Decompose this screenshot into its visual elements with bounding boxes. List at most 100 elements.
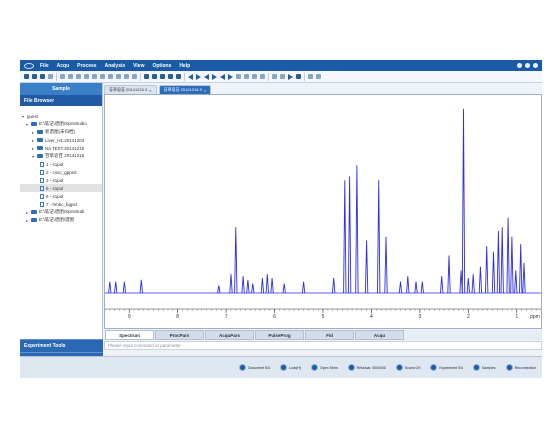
tab-procpars[interactable]: ProcPars <box>155 330 204 340</box>
shift-right-icon[interactable] <box>196 73 201 80</box>
spectrum-peak <box>500 227 504 294</box>
spectrum-peak <box>522 262 526 294</box>
sidebar: Sample File Browser ▾ guest ▾ E:\笔记\谱图\Spin… <box>20 83 103 365</box>
annotate-icon[interactable] <box>132 74 137 79</box>
menu-options[interactable]: Options <box>152 63 171 69</box>
tab-acqu[interactable]: Acqu <box>355 330 404 340</box>
stop-icon[interactable] <box>296 74 301 79</box>
zoom-out-icon[interactable] <box>152 74 157 79</box>
menu-file[interactable]: File <box>40 63 49 69</box>
multiplet-icon[interactable] <box>100 74 105 79</box>
document-tab-active[interactable]: 苷草皂苷.20141216 5 × <box>158 85 212 94</box>
status-shim[interactable]: Open Shim <box>311 364 338 371</box>
tab-spectrum[interactable]: Spectrum <box>105 330 154 340</box>
experiment-icon <box>430 364 438 371</box>
tree-item-label: 3 - s1pul <box>46 177 64 183</box>
tree-folder-item[interactable]: ▾ E:\笔记\谱图\SpinStudio <box>20 120 102 128</box>
measure-icon[interactable] <box>124 74 129 79</box>
open-folder-icon[interactable] <box>32 74 37 79</box>
tab-acqupars[interactable]: AcquPars <box>205 330 254 340</box>
cursor-icon[interactable] <box>108 74 113 79</box>
tree-item-label: 6 - s1pul <box>46 193 64 199</box>
spectrum-peak <box>471 274 475 294</box>
view-tabs: Spectrum ProcPars AcquPars PulseProg Fid… <box>104 330 542 340</box>
tree-item-label: 2 - cosc_gpprsl <box>46 169 77 175</box>
maximize-icon[interactable] <box>525 63 530 68</box>
menu-acqu[interactable]: Acqu <box>57 63 70 69</box>
spectrum-peak <box>506 217 510 294</box>
document-tab[interactable]: 苷草皂苷.20141216 3 × <box>104 85 157 94</box>
zoom-region-icon[interactable] <box>168 74 173 79</box>
tree-file-item[interactable]: 7 - hmbc_bgpsl <box>20 200 102 208</box>
tree-item-label: E:\笔记\谱图\谱图 <box>39 217 75 222</box>
save-icon[interactable] <box>40 74 45 79</box>
zoom-fit-icon[interactable] <box>160 74 165 79</box>
status-samples[interactable]: Samples <box>472 364 496 371</box>
sample-tab[interactable]: Sample <box>20 83 102 95</box>
zoom-in-icon[interactable] <box>144 74 149 79</box>
peak-pick-icon[interactable] <box>84 74 89 79</box>
experiment-tools-tab[interactable]: Experiment Tools <box>20 339 103 352</box>
tab-pulseprog[interactable]: PulseProg <box>255 330 304 340</box>
application-window: File Acqu Process Analysis View Options … <box>20 60 542 378</box>
new-file-icon[interactable] <box>24 74 29 79</box>
overlay-icon[interactable] <box>280 74 285 79</box>
grid-icon[interactable] <box>272 74 277 79</box>
tree-file-item[interactable]: 3 - s1pul <box>20 176 102 184</box>
reference-icon[interactable] <box>92 74 97 79</box>
play-icon[interactable] <box>288 73 293 80</box>
tree-folder-item[interactable]: ▾ 苷草皂苷.20141216 <box>20 152 102 160</box>
zoom-reset-icon[interactable] <box>176 74 181 79</box>
tree-folder-item[interactable]: ▸ Na TEST.20141216 <box>20 144 102 152</box>
expand-right-icon[interactable] <box>212 73 217 80</box>
tree-file-item[interactable]: 5 - s1pul <box>20 184 102 192</box>
tree-folder-item[interactable]: ▾ guest <box>20 112 102 120</box>
menu-process[interactable]: Process <box>77 63 96 69</box>
crosshair-icon[interactable] <box>116 74 121 79</box>
status-reconnection[interactable]: Reconnection <box>505 364 536 371</box>
status-experiment[interactable]: Experiment 0/0 <box>430 364 463 371</box>
close-icon[interactable] <box>533 63 538 68</box>
tab-fid[interactable]: Fid <box>305 330 354 340</box>
scale-down-icon[interactable] <box>244 74 249 79</box>
menu-help[interactable]: Help <box>179 63 190 69</box>
print-icon[interactable] <box>48 74 53 79</box>
tree-folder-item[interactable]: ▸ E:\笔记\谱图\SpinStudi <box>20 208 102 216</box>
status-label: Open Shim <box>320 365 338 370</box>
status-scans[interactable]: Scans 0/0 <box>395 364 420 371</box>
filter-icon[interactable] <box>316 74 321 79</box>
scale-up-icon[interactable] <box>236 74 241 79</box>
baseline-icon[interactable] <box>68 74 73 79</box>
tree-folder-item[interactable]: ▸ 新谱图(未归档) <box>20 128 102 136</box>
tree-item-label: 7 - hmbc_bgpsl <box>46 201 77 207</box>
expand-left-icon[interactable] <box>204 73 209 80</box>
close-tab-icon[interactable]: × <box>204 88 206 93</box>
status-document[interactable]: Document 5/4 <box>239 364 270 371</box>
close-tab-icon[interactable]: × <box>149 88 151 93</box>
tree-folder-item[interactable]: ▸ Liver_H1.20141204 <box>20 136 102 144</box>
document-icon <box>239 364 247 371</box>
shift-left-icon[interactable] <box>188 73 193 80</box>
menu-view[interactable]: View <box>133 63 144 69</box>
scale-up-fast-icon[interactable] <box>252 74 257 79</box>
file-browser-tab[interactable]: File Browser <box>20 95 102 106</box>
tree-file-item[interactable]: 2 - cosc_gpprsl <box>20 168 102 176</box>
settings-icon[interactable] <box>308 74 313 79</box>
tree-file-item[interactable]: 6 - s1pul <box>20 192 102 200</box>
menu-analysis[interactable]: Analysis <box>105 63 126 69</box>
compress-left-icon[interactable] <box>220 73 225 80</box>
integrate-icon[interactable] <box>76 74 81 79</box>
spectrum-plot[interactable]: 9 8 7 6 5 4 3 2 1 ppm <box>104 94 542 329</box>
tree-folder-item[interactable]: ▸ E:\笔记\谱图\谱图 <box>20 216 102 224</box>
scale-down-fast-icon[interactable] <box>260 74 265 79</box>
tree-item-label: E:\笔记\谱图\SpinStudio <box>39 121 87 126</box>
tree-file-item[interactable]: 1 - s1pul <box>20 160 102 168</box>
spectrum-peak <box>398 281 403 294</box>
command-input[interactable]: Please input command or parameter <box>104 341 542 350</box>
minimize-icon[interactable] <box>517 63 522 68</box>
status-lock[interactable]: Lock(H) <box>279 364 301 371</box>
compress-right-icon[interactable] <box>228 73 233 80</box>
phase-icon[interactable] <box>60 74 65 79</box>
spectrum-peak <box>347 176 352 294</box>
status-residual[interactable]: Residual: 0000000 <box>347 364 386 371</box>
